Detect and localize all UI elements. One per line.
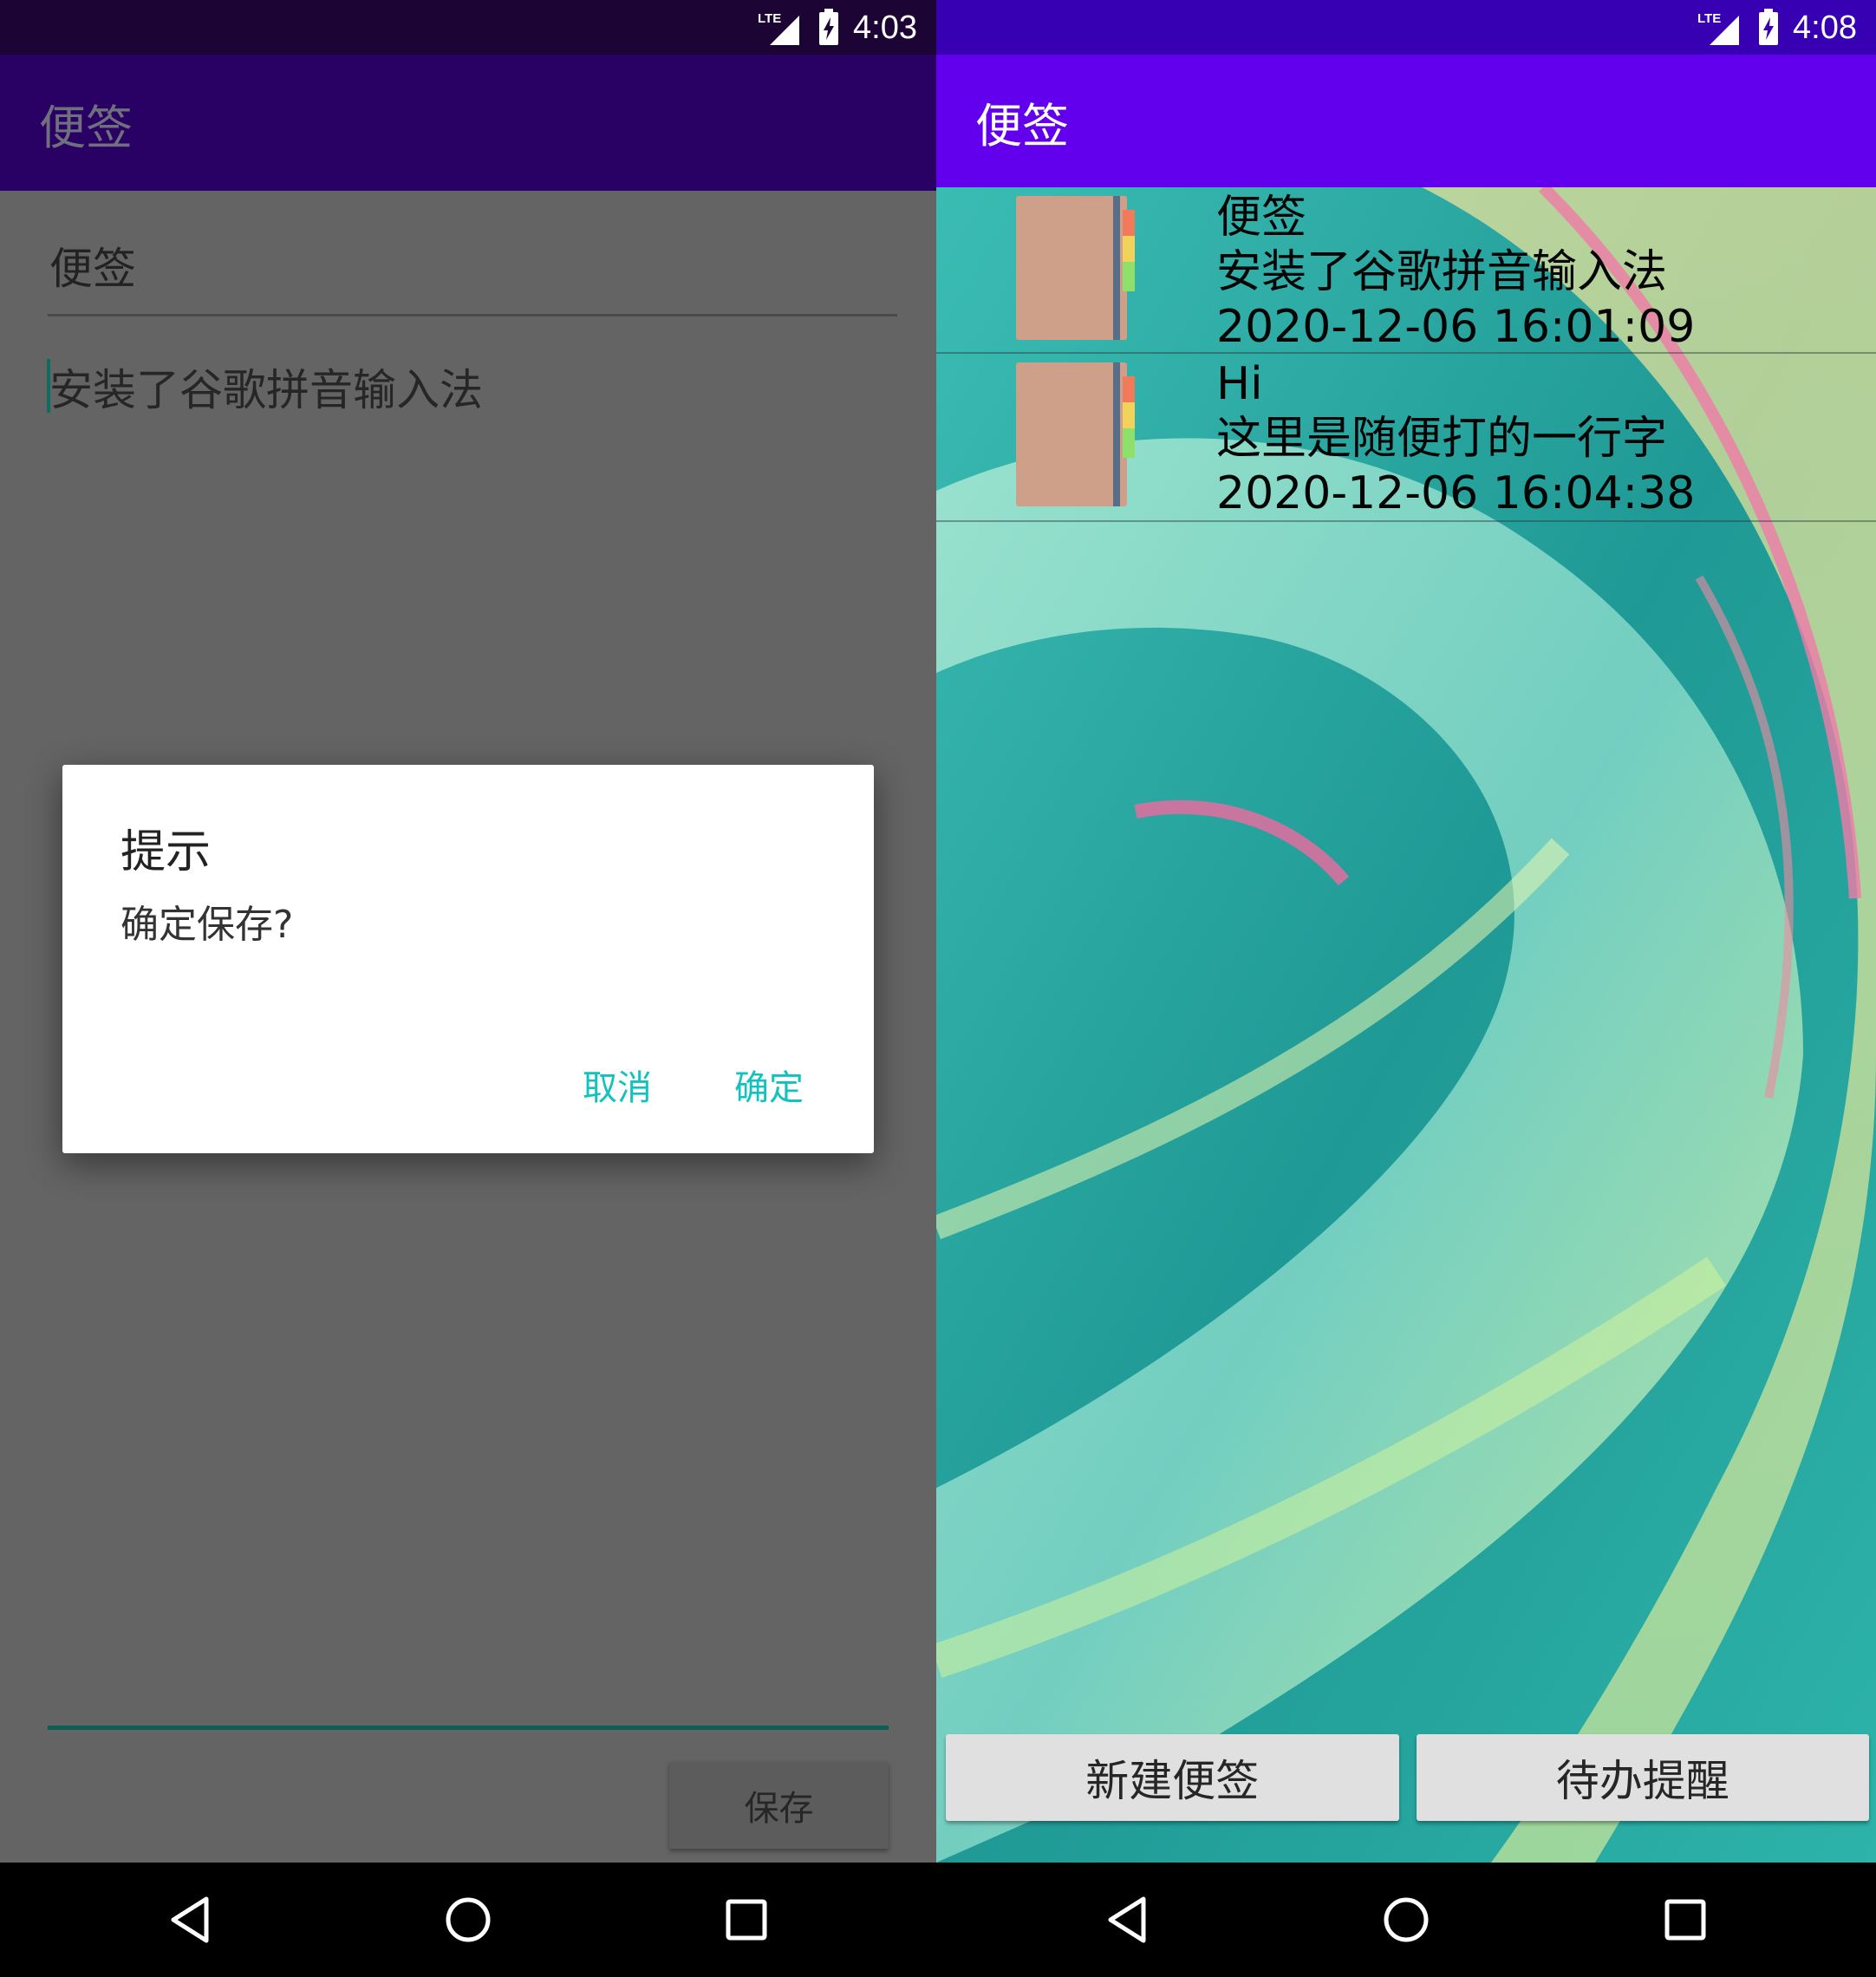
note-title-text: 便签 xyxy=(49,244,136,294)
dialog-ok-button[interactable]: 确定 xyxy=(734,1060,804,1110)
app-bar: 便签 xyxy=(0,55,936,191)
save-button[interactable]: 保存 xyxy=(669,1762,889,1849)
note-title: 便签 xyxy=(1216,192,1307,244)
left-screen: LTE 4:03 便签 便签 安装了谷歌拼音输入法 保存 提示 确定保存? 取消… xyxy=(0,0,936,1977)
dialog-title: 提示 xyxy=(121,826,212,878)
dialog-message: 确定保存? xyxy=(121,903,294,947)
note-time: 2020-12-06 16:01:09 xyxy=(1216,301,1696,353)
recents-icon[interactable] xyxy=(1664,1898,1707,1941)
svg-text:LTE: LTE xyxy=(1697,11,1721,26)
status-bar: LTE 4:03 xyxy=(0,0,936,55)
note-title-input[interactable]: 便签 xyxy=(48,227,897,316)
note-time: 2020-12-06 16:04:38 xyxy=(1216,467,1696,519)
navigation-bar xyxy=(936,1863,1876,1977)
svg-text:LTE: LTE xyxy=(758,11,781,26)
home-icon[interactable] xyxy=(444,1895,492,1944)
status-time: 4:08 xyxy=(1793,9,1857,46)
lte-signal-icon: LTE xyxy=(1697,9,1744,47)
status-time: 4:03 xyxy=(853,9,917,46)
action-buttons: 新建便签 待办提醒 xyxy=(946,1734,1869,1821)
back-icon[interactable] xyxy=(168,1895,212,1944)
status-bar: LTE 4:08 xyxy=(936,0,1876,55)
app-bar: 便签 xyxy=(936,55,1876,187)
input-underline xyxy=(48,1726,889,1730)
notebook-icon xyxy=(1016,361,1137,508)
navigation-bar xyxy=(0,1863,936,1977)
note-body-input[interactable]: 安装了谷歌拼音输入法 xyxy=(49,356,483,418)
battery-charging-icon xyxy=(818,9,839,47)
list-item[interactable]: 便签 安装了谷歌拼音输入法 2020-12-06 16:01:09 xyxy=(936,187,1876,354)
lte-signal-icon: LTE xyxy=(758,9,804,47)
note-list: 便签 安装了谷歌拼音输入法 2020-12-06 16:01:09 Hi 这里是… xyxy=(936,187,1876,522)
app-title: 便签 xyxy=(39,101,133,155)
note-title: Hi xyxy=(1216,358,1263,410)
note-content: 这里是随便打的一行字 xyxy=(1216,413,1668,465)
list-item[interactable]: Hi 这里是随便打的一行字 2020-12-06 16:04:38 xyxy=(936,354,1876,522)
home-icon[interactable] xyxy=(1382,1895,1430,1944)
new-note-button[interactable]: 新建便签 xyxy=(946,1734,1399,1821)
todo-reminder-button[interactable]: 待办提醒 xyxy=(1416,1734,1869,1821)
notebook-icon xyxy=(1016,194,1137,342)
back-icon[interactable] xyxy=(1105,1895,1149,1944)
battery-charging-icon xyxy=(1758,9,1779,47)
confirm-dialog: 提示 确定保存? 取消 确定 xyxy=(62,765,874,1153)
dialog-cancel-button[interactable]: 取消 xyxy=(583,1060,652,1110)
note-content: 安装了谷歌拼音输入法 xyxy=(1216,246,1668,298)
right-screen: LTE 4:08 便签 便签 安装了谷歌拼音输入法 2020-12-06 16:… xyxy=(936,0,1876,1977)
app-title: 便签 xyxy=(975,99,1069,153)
recents-icon[interactable] xyxy=(725,1898,768,1941)
